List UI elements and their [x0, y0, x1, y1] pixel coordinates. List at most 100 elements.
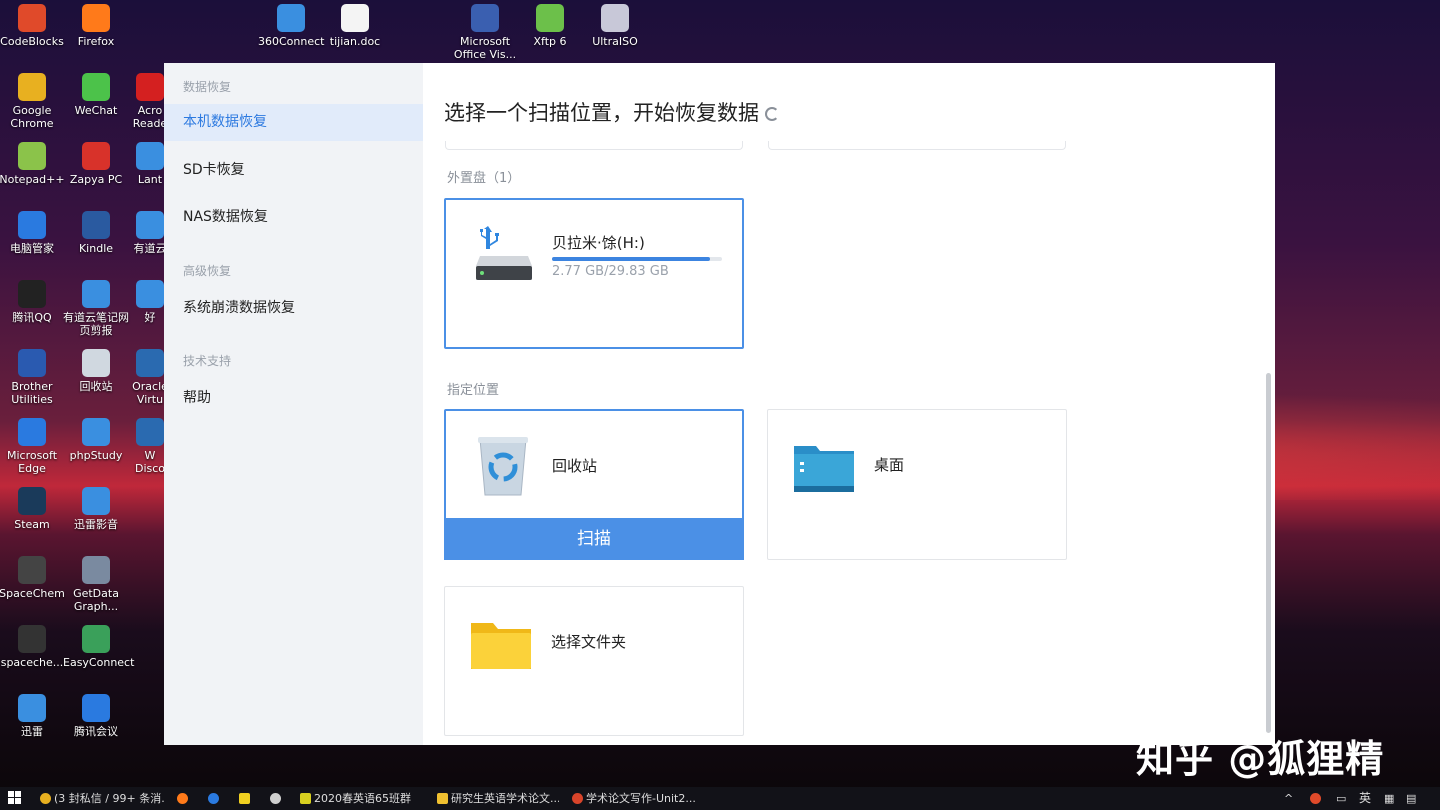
desktop-icon[interactable]: 迅雷影音 [63, 485, 129, 531]
app-icon [136, 280, 164, 308]
desktop-icon-label: GetData Graph... [73, 587, 119, 613]
desktop-icon-label: spaceche... [0, 656, 64, 669]
desktop-icon[interactable]: SpaceChem [0, 554, 65, 600]
app-icon [601, 4, 629, 32]
drive-size-text: 2.77 GB/29.83 GB [552, 264, 669, 279]
desktop-icon[interactable]: tijian.doc [322, 2, 388, 48]
app-icon [136, 211, 164, 239]
ime-indicator[interactable]: 英 [1359, 787, 1375, 810]
chevron-up-icon[interactable]: ^ [1284, 787, 1294, 810]
chrome-icon [40, 793, 51, 804]
desktop-icon[interactable]: 腾讯会议 [63, 692, 129, 738]
sidebar-item-local-recovery[interactable]: 本机数据恢复 [164, 104, 423, 141]
desktop-icon[interactable]: spaceche... [0, 623, 65, 669]
desktop-icon[interactable]: 迅雷 [0, 692, 65, 738]
folder-icon [471, 623, 531, 669]
sidebar: 数据恢复 本机数据恢复 SD卡恢复 NAS数据恢复 高级恢复 系统崩溃数据恢复 … [164, 63, 423, 745]
app-icon [82, 142, 110, 170]
document-icon [437, 793, 448, 804]
recovery-app-window: 数据恢复 本机数据恢复 SD卡恢复 NAS数据恢复 高级恢复 系统崩溃数据恢复 … [164, 63, 1275, 745]
recycle-bin-card[interactable]: 回收站 扫描 [444, 409, 744, 560]
sidebar-section-support: 技术支持 [183, 354, 232, 368]
page-title-text: 选择一个扫描位置，开始恢复数据 [444, 101, 759, 125]
taskbar-item-chrome-label: (3 封私信 / 99+ 条消... [54, 792, 165, 805]
main-panel: 选择一个扫描位置，开始恢复数据 外置盘（1） 贝拉米·馀(H:) 2.77 GB… [423, 63, 1275, 745]
desktop-icon[interactable]: Google Chrome [0, 71, 65, 130]
choose-folder-card[interactable]: 选择文件夹 [444, 586, 744, 736]
tray-app-dot [1310, 793, 1321, 804]
desktop-icon-label: 迅雷影音 [74, 518, 118, 531]
taskbar-notes[interactable] [239, 787, 253, 810]
app-icon [136, 349, 164, 377]
network-icon[interactable]: ▭ [1336, 787, 1350, 810]
page-title: 选择一个扫描位置，开始恢复数据 [444, 97, 779, 127]
notification-icon[interactable]: ▤ [1406, 787, 1420, 810]
desktop-icon[interactable]: Microsoft Office Vis... [452, 2, 518, 61]
refresh-icon[interactable] [765, 107, 779, 121]
desktop-icon-label: 迅雷 [21, 725, 43, 738]
keyboard-icon[interactable]: ▦ [1384, 787, 1398, 810]
desktop-icon[interactable]: Steam [0, 485, 65, 531]
sidebar-item-help[interactable]: 帮助 [164, 380, 423, 417]
taskbar-item-ppt[interactable]: 学术论文写作-Unit2.... [572, 787, 697, 810]
desktop-icon-label: UltraISO [592, 35, 638, 48]
desktop-icon[interactable]: EasyConnect [63, 623, 134, 669]
drive-name: 贝拉米·馀(H:) [552, 234, 645, 252]
taskbar-item-word-doc-label: 研究生英语学术论文... [451, 792, 559, 805]
desktop-icon[interactable]: Notepad++ [0, 140, 65, 186]
desktop-icon[interactable]: Xftp 6 [517, 2, 583, 48]
sidebar-section-advanced: 高级恢复 [183, 264, 232, 278]
recycle-bin-label: 回收站 [552, 457, 598, 475]
taskbar-item-word-doc[interactable]: 研究生英语学术论文... [437, 787, 559, 810]
desktop-icon-label: tijian.doc [329, 35, 381, 48]
desktop-icon-label: Notepad++ [0, 173, 65, 186]
desktop-icon[interactable]: Microsoft Edge [0, 416, 65, 475]
desktop-icon-label: 腾讯会议 [74, 725, 118, 738]
choose-folder-label: 选择文件夹 [551, 633, 627, 651]
drive-card-h[interactable]: 贝拉米·馀(H:) 2.77 GB/29.83 GB [444, 198, 744, 349]
sidebar-item-crash-recovery[interactable]: 系统崩溃数据恢复 [164, 290, 423, 327]
desktop-icon-label: Steam [14, 518, 50, 531]
app-icon [82, 349, 110, 377]
sticky-notes-icon [239, 793, 250, 804]
desktop-icon-label: 腾讯QQ [12, 311, 52, 324]
desktop-icon[interactable]: Firefox [63, 2, 129, 48]
app-icon [82, 694, 110, 722]
app-icon [82, 418, 110, 446]
main-scrollbar[interactable] [1266, 373, 1271, 733]
taskbar-item-qq-group[interactable]: 2020春英语65班群 [300, 787, 415, 810]
taskbar-firefox[interactable] [177, 787, 191, 810]
desktop-icon[interactable]: Brother Utilities [0, 347, 65, 406]
desktop-icon-label: 电脑管家 [10, 242, 54, 255]
desktop-icon-label: 360Connect [258, 35, 325, 48]
scan-button[interactable]: 扫描 [444, 518, 744, 560]
recycle-bin-icon [478, 437, 528, 496]
desktop-card[interactable]: 桌面 [767, 409, 1067, 560]
app-icon [18, 556, 46, 584]
app-icon [136, 418, 164, 446]
location-group-label: 指定位置 [447, 383, 500, 398]
windows-start-icon[interactable] [8, 787, 22, 810]
app-icon [82, 556, 110, 584]
firefox-icon [177, 793, 188, 804]
desktop-icon[interactable]: 腾讯QQ [0, 278, 65, 324]
app-icon [18, 625, 46, 653]
card-stub-left [445, 141, 743, 150]
desktop-icon[interactable]: CodeBlocks [0, 2, 65, 48]
desktop-icon[interactable]: UltraISO [582, 2, 648, 48]
taskbar-item-chrome[interactable]: (3 封私信 / 99+ 条消... [40, 787, 165, 810]
tray-app-icon[interactable] [1310, 787, 1322, 810]
sidebar-item-nas-recovery[interactable]: NAS数据恢复 [164, 199, 423, 236]
desktop-icon[interactable]: 360Connect [258, 2, 324, 48]
sidebar-item-sd-recovery[interactable]: SD卡恢复 [164, 152, 423, 189]
app-icon [18, 349, 46, 377]
desktop-icon-label: CodeBlocks [0, 35, 64, 48]
desktop-icon-label: Microsoft Office Vis... [453, 35, 517, 61]
desktop-icon[interactable]: 电脑管家 [0, 209, 65, 255]
app-icon [82, 4, 110, 32]
taskbar-edge[interactable] [208, 787, 222, 810]
taskbar-app[interactable] [270, 787, 284, 810]
usb-drive-icon [476, 226, 532, 280]
app-icon [18, 73, 46, 101]
desktop-icon[interactable]: GetData Graph... [63, 554, 129, 613]
